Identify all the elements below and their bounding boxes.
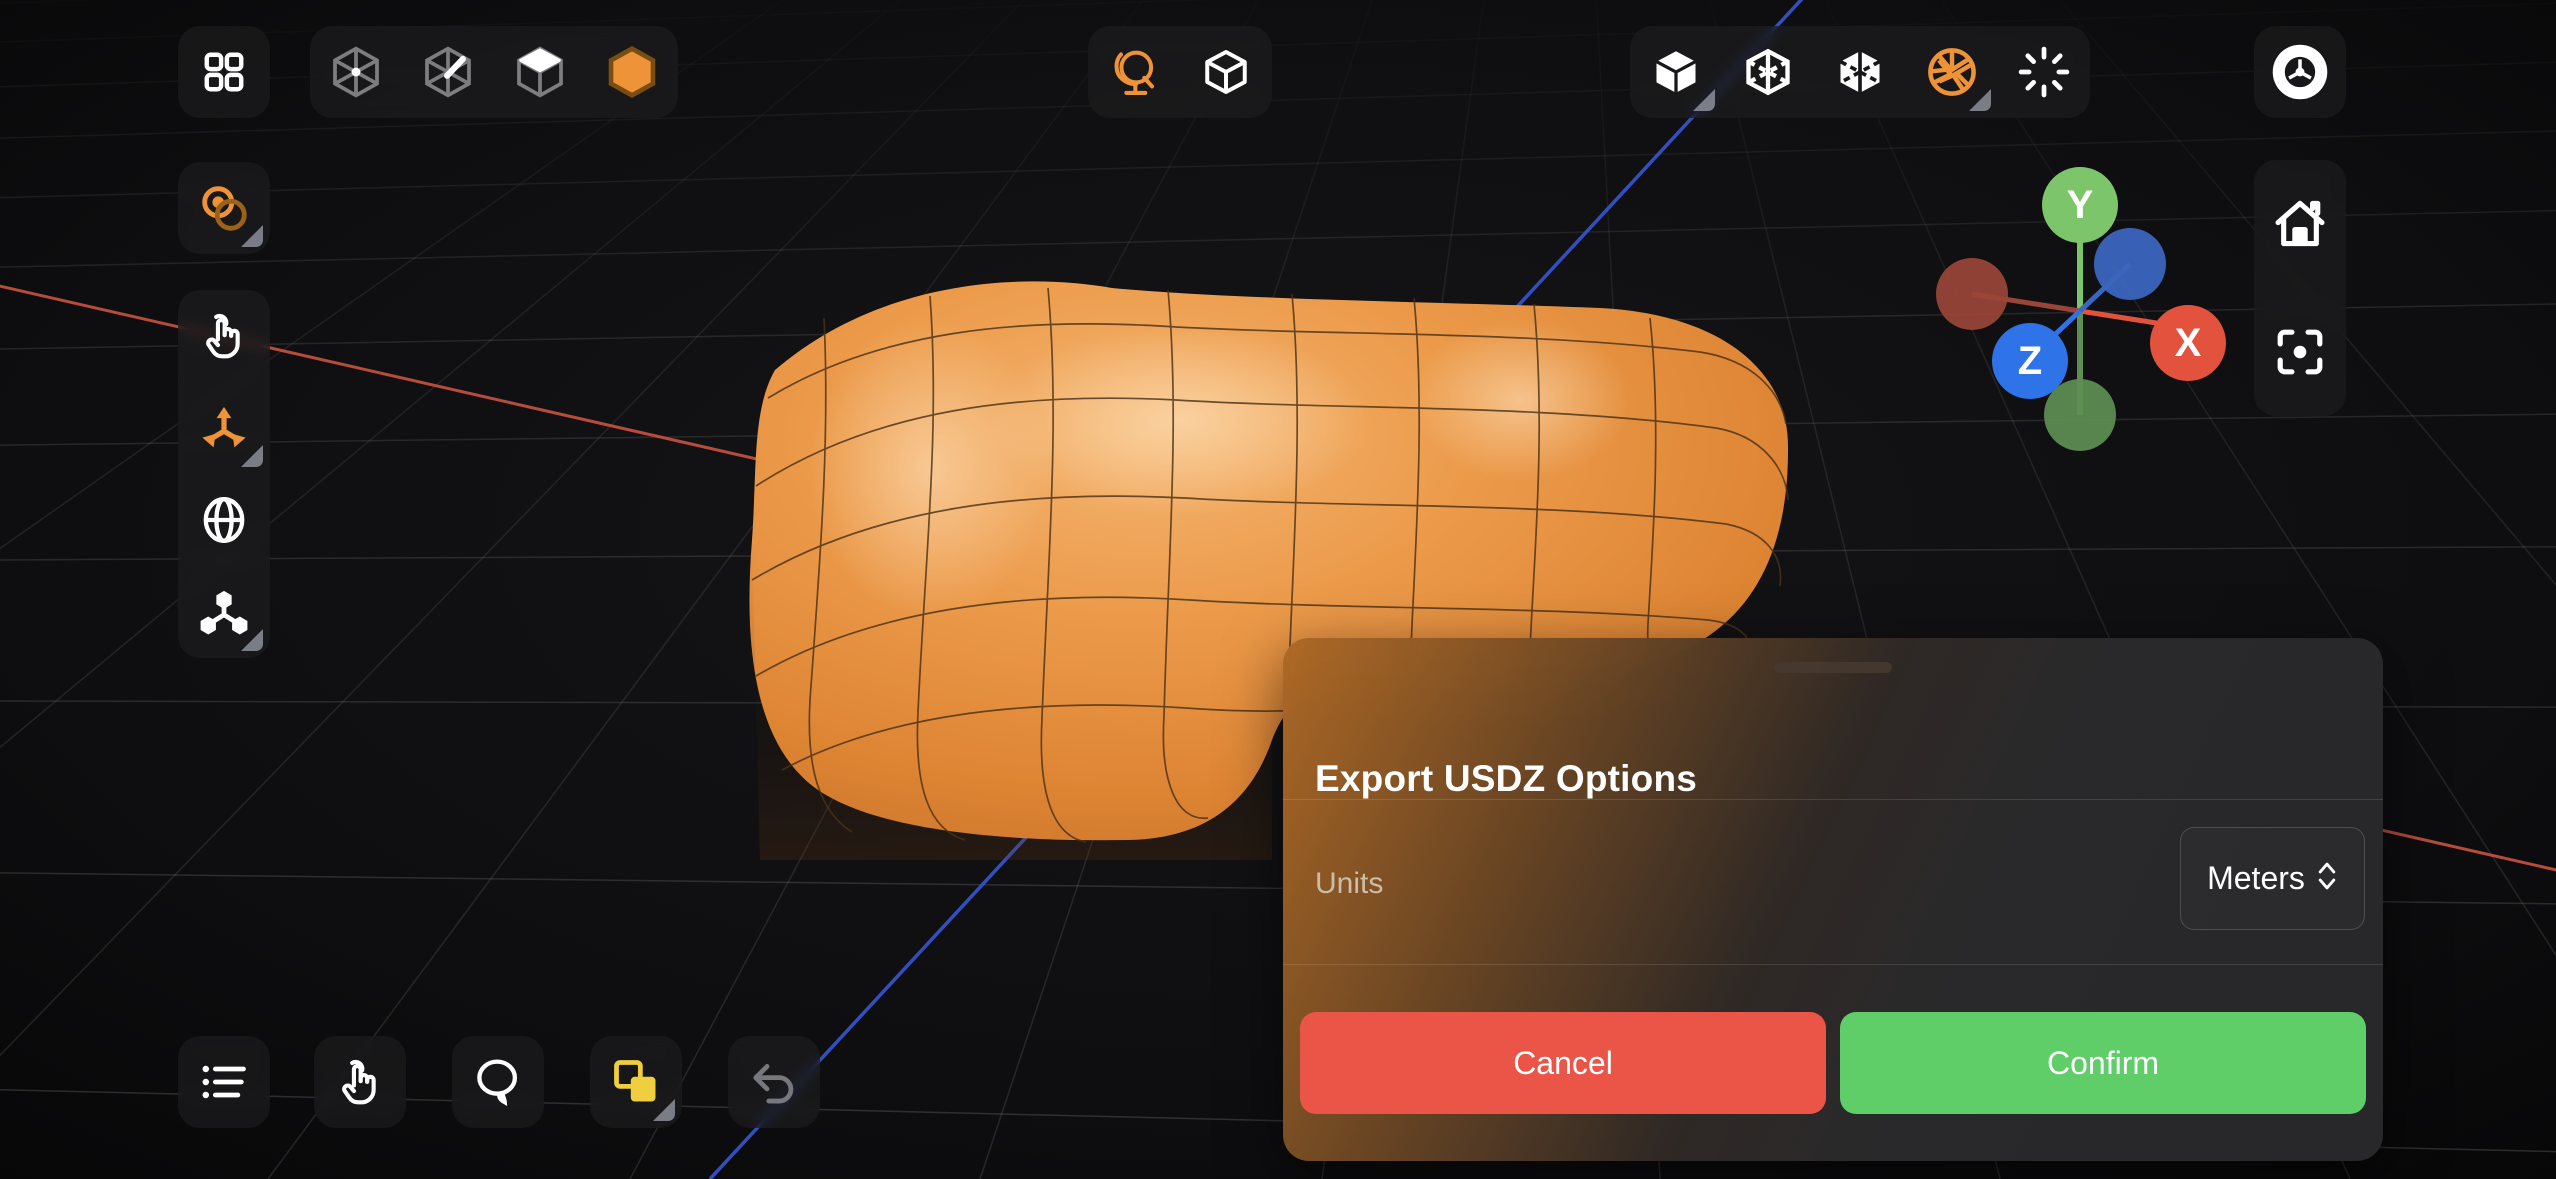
focus-selection-button[interactable] (2254, 288, 2346, 416)
chevron-updown-icon (2316, 859, 2338, 898)
apps-grid-icon (201, 49, 247, 95)
dialog-drag-handle[interactable] (1774, 662, 1892, 673)
local-space-button[interactable] (1180, 26, 1272, 118)
aperture-icon (1925, 45, 1979, 99)
gizmo-z-negative (2094, 228, 2166, 300)
undo-arrow-icon (748, 1056, 800, 1108)
edge-line-icon (420, 44, 476, 100)
rotate-sphere-icon (198, 494, 250, 546)
cube-wireframe-icon (1742, 46, 1794, 98)
snap-toggle-button[interactable] (178, 162, 270, 254)
toolbar-bottom-group-4 (590, 1036, 682, 1128)
gizmo-y-negative (2044, 379, 2116, 451)
dialog-row-units: Units Meters (1283, 799, 2383, 964)
toolbar-settings-group (2254, 26, 2346, 118)
toolbar-bottom-group-1 (178, 1036, 270, 1128)
cube-solid-icon (1650, 46, 1702, 98)
select-tool-button[interactable] (178, 290, 270, 382)
toolbar-primitives-group (310, 26, 678, 118)
toolbar-tools-group (178, 290, 270, 658)
gizmo-label-x: X (2175, 321, 2202, 365)
toolbar-apps-group (178, 26, 270, 118)
face-top-icon (512, 44, 568, 100)
tap-select-button[interactable] (314, 1036, 406, 1128)
toolbar-bottom-group-2 (314, 1036, 406, 1128)
scale-tool-button[interactable] (178, 566, 270, 658)
lasso-icon (472, 1056, 524, 1108)
apps-grid-button[interactable] (178, 26, 270, 118)
move-tool-button[interactable] (178, 382, 270, 474)
toolbar-snap-group (178, 162, 270, 254)
gizmo-x-negative (1936, 258, 2008, 330)
settings-button[interactable] (2254, 26, 2346, 118)
vertex-point-icon (328, 44, 384, 100)
export-options-dialog: Export USDZ Options Units Meters Cancel … (1283, 638, 2383, 1161)
toolbar-bottom-group-3 (452, 1036, 544, 1128)
focus-target-icon (2273, 325, 2327, 379)
toolbar-view-group (1630, 26, 2090, 118)
lighting-button[interactable] (1998, 26, 2090, 118)
list-bullets-icon (198, 1056, 250, 1108)
reset-view-button[interactable] (2254, 160, 2346, 288)
toolbar-bottom-group-5 (728, 1036, 820, 1128)
gizmo-label-z: Z (2018, 339, 2042, 383)
lasso-select-button[interactable] (452, 1036, 544, 1128)
shading-xray-button[interactable] (1814, 26, 1906, 118)
undo-button[interactable] (728, 1036, 820, 1128)
rotate-tool-button[interactable] (178, 474, 270, 566)
dialog-title: Export USDZ Options (1315, 758, 1698, 799)
units-label: Units (1315, 867, 1384, 900)
move-axes-icon (197, 401, 251, 455)
cube-xray-icon (1834, 46, 1886, 98)
hand-tap-icon (334, 1056, 386, 1108)
two-circles-snap-icon (195, 179, 253, 237)
toolbar-world-group (1088, 26, 1272, 118)
confirm-button[interactable]: Confirm (1840, 1012, 2366, 1114)
units-select[interactable]: Meters (2180, 827, 2365, 930)
vertex-mode-button[interactable] (310, 26, 402, 118)
hexagon-solid-icon (604, 44, 660, 100)
toolbar-navigation-group (2254, 160, 2346, 416)
outliner-button[interactable] (178, 1036, 270, 1128)
object-mode-button[interactable] (586, 26, 678, 118)
camera-aperture-button[interactable] (1906, 26, 1998, 118)
cancel-button[interactable]: Cancel (1300, 1012, 1826, 1114)
scale-nodes-icon (197, 585, 251, 639)
edge-mode-button[interactable] (402, 26, 494, 118)
hand-tap-icon (198, 310, 250, 362)
dialog-actions: Cancel Confirm (1283, 965, 2383, 1161)
cube-outline-icon (1201, 47, 1251, 97)
view-orientation-gizmo[interactable]: Y X Z (1930, 165, 2230, 470)
app-root: Y X Z Export USDZ Options Units Meters C… (0, 0, 2556, 1179)
units-select-value: Meters (2207, 860, 2305, 896)
gizmo-label-y: Y (2067, 183, 2094, 227)
shading-solid-button[interactable] (1630, 26, 1722, 118)
globe-stand-icon (1107, 45, 1161, 99)
duplicate-squares-icon (610, 1056, 662, 1108)
duplicate-button[interactable] (590, 1036, 682, 1128)
home-icon (2272, 196, 2328, 252)
world-space-button[interactable] (1088, 26, 1180, 118)
sun-rays-icon (2017, 45, 2071, 99)
face-mode-button[interactable] (494, 26, 586, 118)
shading-wireframe-button[interactable] (1722, 26, 1814, 118)
gear-icon (2272, 44, 2328, 100)
